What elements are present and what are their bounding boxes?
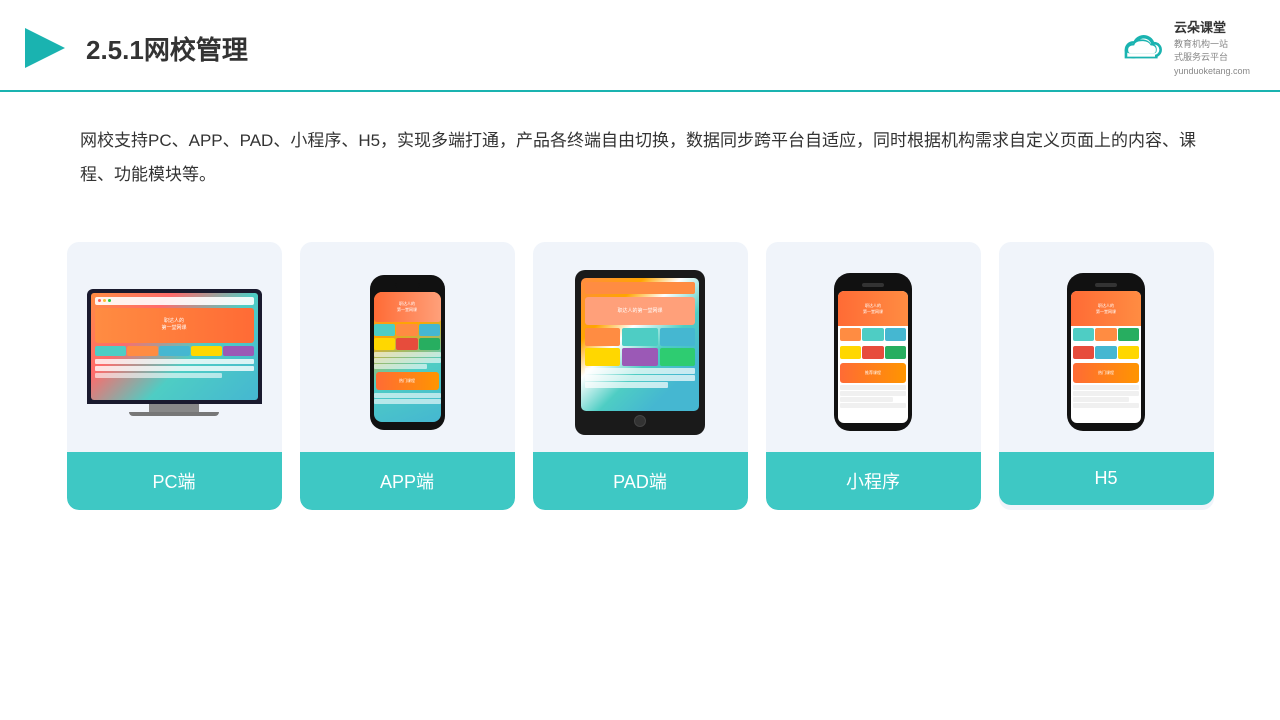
card-pc-label: PC端	[67, 452, 282, 510]
page-title: 2.5.1网校管理	[86, 30, 248, 67]
card-h5: 职达人的第一堂网课 热门课程	[999, 242, 1214, 510]
smartphone-miniprogram: 职达人的第一堂网课 推荐课程	[834, 273, 912, 431]
card-app-label: APP端	[300, 452, 515, 510]
card-app: 职达人的第一堂网课	[300, 242, 515, 510]
pc-mockup: 职达人的第一堂网课	[87, 289, 262, 416]
cloud-icon	[1116, 30, 1168, 66]
tablet-mockup: 职达人的第一堂网课	[575, 270, 705, 435]
brand-logo: 云朵课堂 教育机构一站 式服务云平台 yunduoketang.com	[1116, 18, 1250, 78]
card-miniprogram-image: 职达人的第一堂网课 推荐课程	[766, 242, 981, 452]
card-pc-image: 职达人的第一堂网课	[67, 242, 282, 452]
description-text: 网校支持PC、APP、PAD、小程序、H5，实现多端打通，产品各终端自由切换，数…	[0, 92, 1280, 212]
brand-tagline2: 式服务云平台	[1174, 51, 1250, 65]
logo-play-icon	[20, 23, 70, 73]
card-pad: 职达人的第一堂网课	[533, 242, 748, 510]
card-miniprogram-label: 小程序	[766, 452, 981, 510]
header-right: 云朵课堂 教育机构一站 式服务云平台 yunduoketang.com	[1116, 18, 1250, 78]
card-h5-image: 职达人的第一堂网课 热门课程	[999, 242, 1214, 452]
header: 2.5.1网校管理 云朵课堂 教育机构一站 式服务云平台	[0, 0, 1280, 92]
smartphone-h5: 职达人的第一堂网课 热门课程	[1067, 273, 1145, 431]
card-app-image: 职达人的第一堂网课	[300, 242, 515, 452]
brand-name: 云朵课堂	[1174, 18, 1250, 38]
card-pad-image: 职达人的第一堂网课	[533, 242, 748, 452]
brand-text-block: 云朵课堂 教育机构一站 式服务云平台 yunduoketang.com	[1174, 18, 1250, 78]
brand-url: yunduoketang.com	[1174, 65, 1250, 79]
card-miniprogram: 职达人的第一堂网课 推荐课程	[766, 242, 981, 510]
cards-container: 职达人的第一堂网课	[0, 222, 1280, 540]
brand-tagline1: 教育机构一站	[1174, 38, 1250, 52]
tablet-home-btn	[634, 415, 646, 427]
card-pad-label: PAD端	[533, 452, 748, 510]
card-pc: 职达人的第一堂网课	[67, 242, 282, 510]
phone-mockup: 职达人的第一堂网课	[370, 275, 445, 430]
card-h5-label: H5	[999, 452, 1214, 505]
header-left: 2.5.1网校管理	[20, 23, 248, 73]
